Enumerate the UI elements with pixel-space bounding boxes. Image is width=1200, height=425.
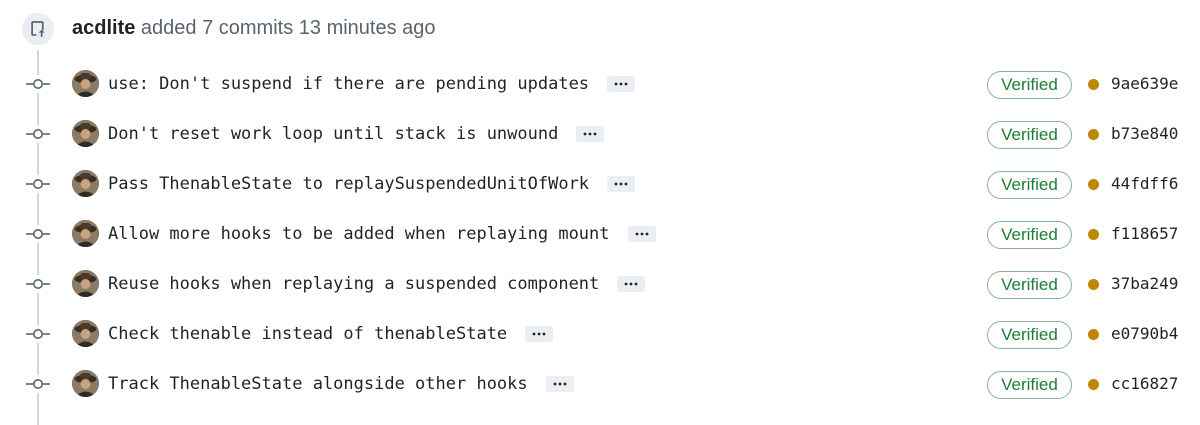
commit-row: Pass ThenableState to replaySuspendedUni…: [0, 159, 1200, 209]
avatar[interactable]: [72, 370, 99, 397]
verified-badge[interactable]: Verified: [987, 171, 1072, 199]
commit-row: use: Don't suspend if there are pending …: [0, 59, 1200, 109]
commit-message-link[interactable]: Check thenable instead of thenableState: [108, 322, 507, 346]
avatar[interactable]: [72, 170, 99, 197]
event-summary-text: added 7 commits 13 minutes ago: [140, 17, 436, 39]
pending-status-icon[interactable]: [1088, 229, 1099, 240]
timeline-event-header: acdlite added 7 commits 13 minutes ago: [0, 0, 1200, 56]
expand-commit-button[interactable]: [545, 376, 574, 392]
pending-status-icon[interactable]: [1088, 129, 1099, 140]
commit-sha-link[interactable]: 37ba249: [1111, 272, 1178, 296]
git-commit-icon: [26, 125, 50, 143]
event-summary: acdlite added 7 commits 13 minutes ago: [72, 16, 436, 40]
commit-row: Reuse hooks when replaying a suspended c…: [0, 259, 1200, 309]
git-commit-icon: [26, 275, 50, 293]
expand-commit-button[interactable]: [576, 126, 605, 142]
avatar[interactable]: [72, 220, 99, 247]
expand-commit-button[interactable]: [627, 226, 656, 242]
verified-badge[interactable]: Verified: [987, 371, 1072, 399]
commit-row: Don't reset work loop until stack is unw…: [0, 109, 1200, 159]
pending-status-icon[interactable]: [1088, 379, 1099, 390]
verified-badge[interactable]: Verified: [987, 321, 1072, 349]
pending-status-icon[interactable]: [1088, 179, 1099, 190]
commit-message-link[interactable]: Pass ThenableState to replaySuspendedUni…: [108, 172, 589, 196]
avatar[interactable]: [72, 120, 99, 147]
commit-message-link[interactable]: Track ThenableState alongside other hook…: [108, 372, 528, 396]
expand-commit-button[interactable]: [607, 176, 636, 192]
avatar[interactable]: [72, 270, 99, 297]
pending-status-icon[interactable]: [1088, 79, 1099, 90]
commit-row: Check thenable instead of thenableState …: [0, 309, 1200, 359]
commit-sha-link[interactable]: e0790b4: [1111, 322, 1178, 346]
expand-commit-button[interactable]: [617, 276, 646, 292]
git-commit-icon: [26, 75, 50, 93]
pending-status-icon[interactable]: [1088, 279, 1099, 290]
commit-sha-link[interactable]: 9ae639e: [1111, 72, 1178, 96]
verified-badge[interactable]: Verified: [987, 271, 1072, 299]
commit-sha-link[interactable]: b73e840: [1111, 122, 1178, 146]
push-icon: [20, 11, 56, 47]
commit-sha-link[interactable]: cc16827: [1111, 372, 1178, 396]
author-link[interactable]: acdlite: [72, 17, 135, 39]
verified-badge[interactable]: Verified: [987, 121, 1072, 149]
pending-status-icon[interactable]: [1088, 329, 1099, 340]
commit-row: Allow more hooks to be added when replay…: [0, 209, 1200, 259]
git-commit-icon: [26, 175, 50, 193]
commit-message-link[interactable]: use: Don't suspend if there are pending …: [108, 72, 589, 96]
verified-badge[interactable]: Verified: [987, 221, 1072, 249]
commit-row: Track ThenableState alongside other hook…: [0, 359, 1200, 409]
git-commit-icon: [26, 225, 50, 243]
commit-message-link[interactable]: Reuse hooks when replaying a suspended c…: [108, 272, 599, 296]
git-commit-icon: [26, 375, 50, 393]
avatar[interactable]: [72, 70, 99, 97]
commit-sha-link[interactable]: f118657: [1111, 222, 1178, 246]
expand-commit-button[interactable]: [525, 326, 554, 342]
verified-badge[interactable]: Verified: [987, 71, 1072, 99]
commit-message-link[interactable]: Don't reset work loop until stack is unw…: [108, 122, 558, 146]
avatar[interactable]: [72, 320, 99, 347]
commit-message-link[interactable]: Allow more hooks to be added when replay…: [108, 222, 610, 246]
expand-commit-button[interactable]: [607, 76, 636, 92]
commit-sha-link[interactable]: 44fdff6: [1111, 172, 1178, 196]
git-commit-icon: [26, 325, 50, 343]
